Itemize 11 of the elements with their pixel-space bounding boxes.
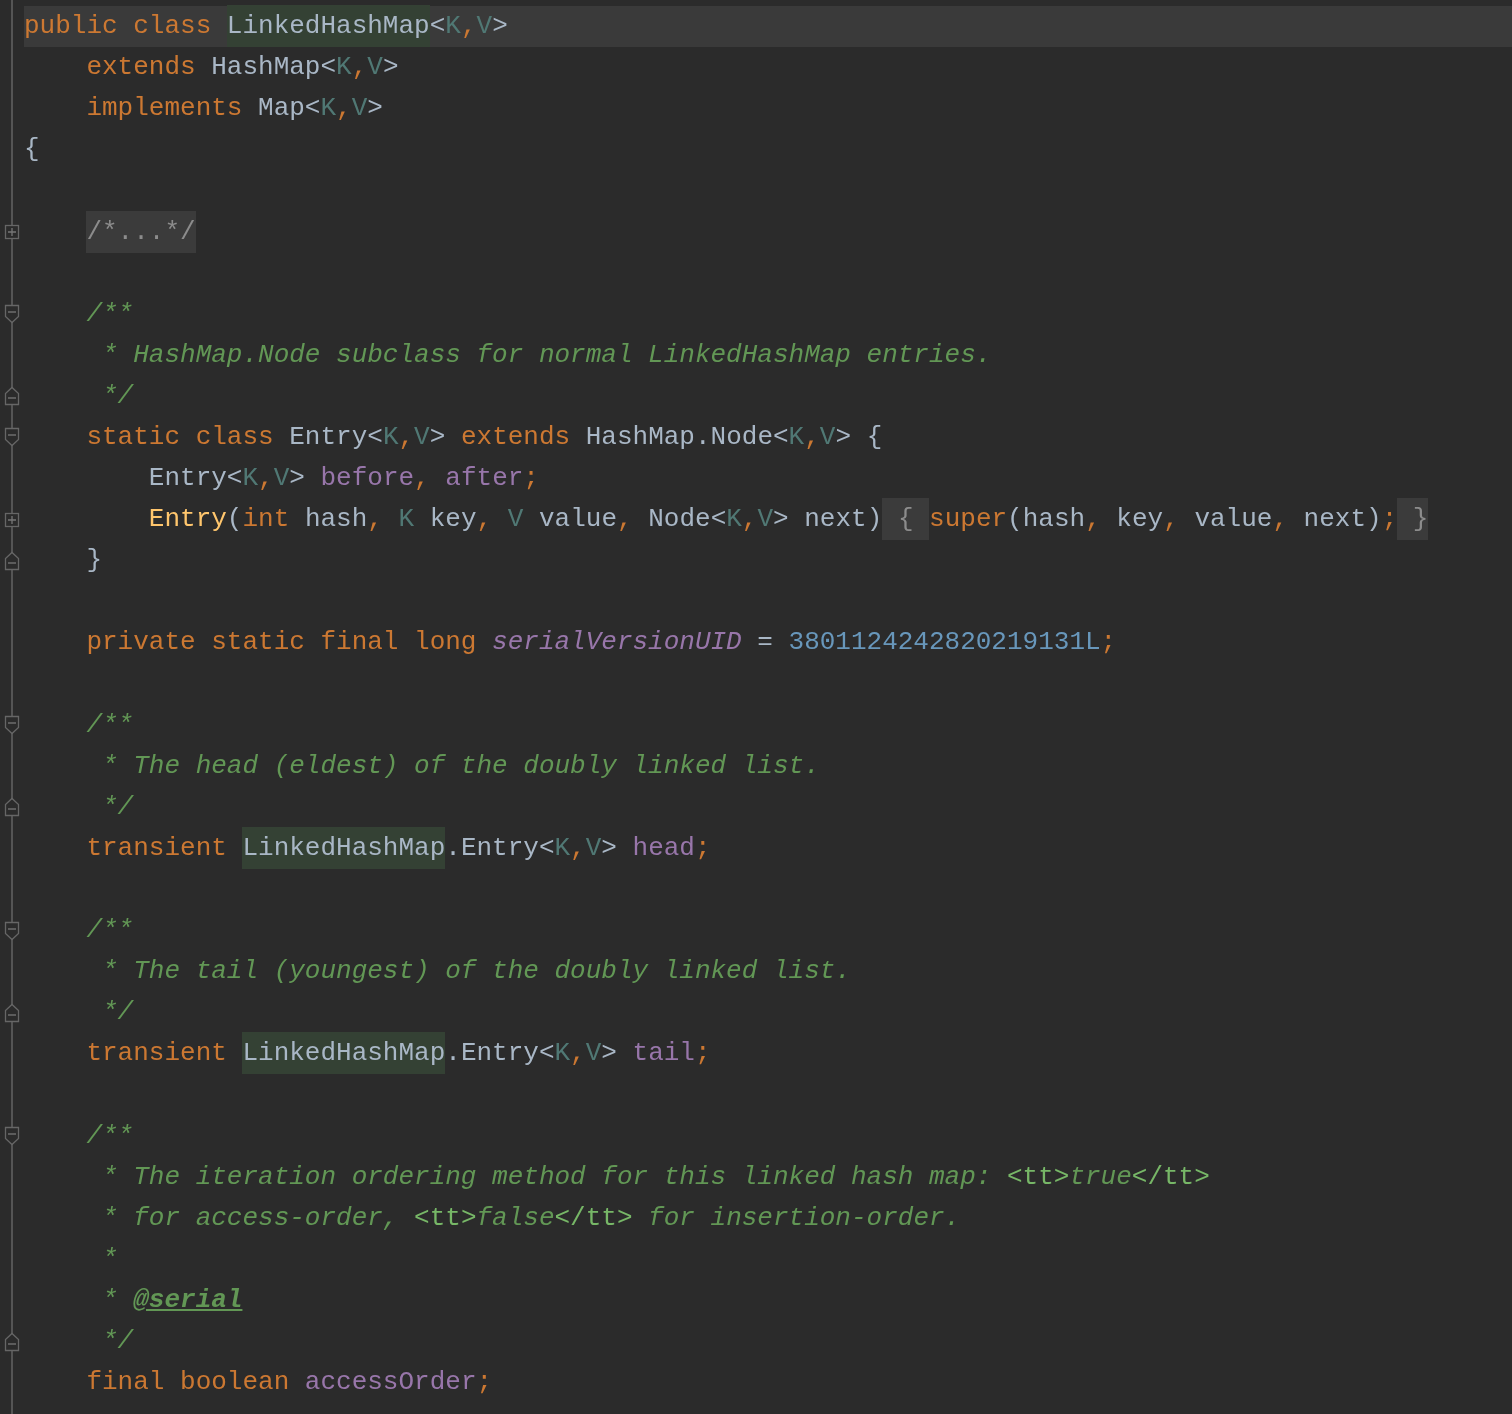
fold-start-icon[interactable] [4,715,20,736]
fold-start-icon[interactable] [4,427,20,448]
fold-plus-icon[interactable] [4,222,20,242]
fold-end-icon[interactable] [4,797,20,818]
fold-end-icon[interactable] [4,386,20,407]
fold-end-icon[interactable] [4,1002,20,1023]
fold-end-icon[interactable] [4,1331,20,1352]
fold-start-icon[interactable] [4,1126,20,1147]
fold-start-icon[interactable] [4,304,20,325]
fold-end-icon[interactable] [4,550,20,571]
fold-start-icon[interactable] [4,920,20,941]
